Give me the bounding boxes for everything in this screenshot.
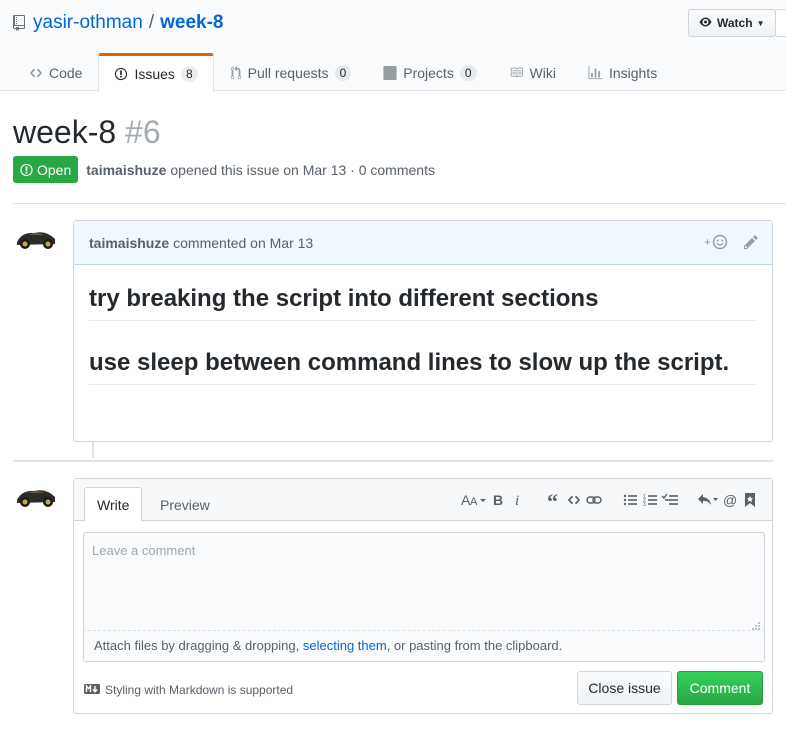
ordered-list-icon[interactable]: 123	[640, 491, 660, 509]
tab-projects[interactable]: Projects 0	[367, 53, 492, 91]
comment-heading-1: try breaking the script into different s…	[89, 284, 757, 321]
comment-author-link[interactable]: taimaishuze	[89, 235, 169, 251]
pencil-icon[interactable]	[744, 234, 758, 253]
graph-icon	[588, 65, 603, 80]
italic-icon[interactable]: i	[508, 491, 528, 509]
watch-button[interactable]: Watch ▼	[688, 9, 776, 37]
quote-icon[interactable]: “	[544, 491, 564, 509]
repo-owner-link[interactable]: yasir-othman	[33, 12, 143, 34]
tab-code[interactable]: Code	[13, 53, 98, 91]
divider	[13, 203, 786, 204]
repo-name-link[interactable]: week-8	[160, 12, 223, 34]
comment-button[interactable]: Comment	[677, 671, 763, 705]
timeline-divider	[13, 460, 773, 462]
git-pull-request-icon	[230, 65, 242, 80]
issue-title-text: week-8	[13, 114, 117, 150]
svg-text:i: i	[515, 493, 519, 507]
tab-wiki-label: Wiki	[529, 64, 556, 81]
comment-placeholder: Leave a comment	[92, 543, 196, 558]
text-size-icon[interactable]: AA	[460, 491, 488, 509]
avatar[interactable]	[14, 484, 58, 514]
tab-projects-label: Projects	[403, 64, 454, 81]
repo-title: yasir-othman / week-8	[13, 12, 223, 34]
tab-insights[interactable]: Insights	[572, 53, 673, 91]
svg-text:B: B	[493, 493, 503, 507]
issues-count-badge: 8	[180, 66, 198, 82]
comment: taimaishuze commented on Mar 13 + try br…	[73, 220, 773, 442]
resize-handle-icon[interactable]	[752, 618, 760, 630]
comment-heading-2: use sleep between command lines to slow …	[89, 348, 757, 385]
tab-pull-requests[interactable]: Pull requests 0	[214, 53, 368, 91]
svg-text:@: @	[723, 493, 737, 507]
avatar[interactable]	[14, 226, 58, 256]
timeline-connector	[92, 442, 94, 458]
tab-code-label: Code	[49, 64, 83, 81]
tab-wiki[interactable]: Wiki	[493, 53, 572, 91]
code-icon	[29, 66, 43, 80]
comment-actions: +	[704, 234, 758, 253]
markdown-toolbar: AA B i “ 123 @	[460, 491, 760, 509]
attach-prefix: Attach files by dragging & dropping,	[94, 638, 303, 653]
markdown-help[interactable]: Styling with Markdown is supported	[84, 683, 293, 697]
svg-text:+: +	[704, 235, 711, 249]
add-reaction-icon[interactable]: +	[704, 234, 728, 253]
mention-icon[interactable]: @	[720, 491, 740, 509]
watch-count[interactable]	[775, 9, 786, 37]
comment-timestamp[interactable]: commented on Mar 13	[173, 235, 313, 251]
select-files-link[interactable]: selecting them	[303, 638, 387, 653]
file-attachment-note: Attach files by dragging & dropping, sel…	[83, 631, 765, 662]
caret-down-icon: ▼	[756, 18, 765, 28]
issue-opened-icon	[114, 67, 128, 81]
task-list-icon[interactable]	[660, 491, 680, 509]
status-badge: Open	[13, 156, 79, 183]
markdown-note-text: Styling with Markdown is supported	[105, 683, 294, 697]
comment-body: try breaking the script into different s…	[74, 284, 772, 385]
bookmark-icon[interactable]	[740, 491, 760, 509]
status-label: Open	[37, 161, 72, 178]
tab-write-label: Write	[97, 496, 130, 513]
issue-opened-icon	[20, 163, 33, 176]
link-icon[interactable]	[584, 491, 604, 509]
issue-meta: Open taimaishuze opened this issue on Ma…	[13, 156, 435, 183]
tab-preview[interactable]: Preview	[148, 487, 222, 522]
comment-button-label: Comment	[689, 680, 751, 696]
repo-nav-tabs: Code Issues 8 Pull requests 0 Projects 0	[13, 53, 673, 92]
issue-author-link[interactable]: taimaishuze	[86, 162, 166, 178]
issue-meta-text: opened this issue on Mar 13 · 0 comments	[170, 161, 435, 178]
code-icon[interactable]	[564, 491, 584, 509]
tab-preview-label: Preview	[160, 496, 210, 513]
book-icon	[509, 66, 524, 79]
markdown-icon	[84, 683, 100, 697]
form-tabnav: Write Preview AA B i “ 1 2 3 @	[74, 479, 772, 522]
comment-textarea[interactable]: Leave a comment	[83, 532, 765, 631]
tab-pull-requests-label: Pull requests	[247, 64, 329, 81]
svg-text:“: “	[547, 493, 558, 507]
svg-text:3: 3	[643, 502, 646, 507]
repo-icon	[13, 15, 25, 31]
svg-text:A: A	[470, 496, 478, 507]
reply-icon[interactable]	[696, 491, 720, 509]
repo-separator: /	[148, 12, 155, 33]
projects-count-badge: 0	[459, 64, 477, 81]
pull-requests-count-badge: 0	[334, 64, 352, 81]
issue-number: #6	[125, 114, 161, 150]
tab-issues-label: Issues	[134, 66, 175, 82]
close-issue-button[interactable]: Close issue	[577, 671, 672, 705]
close-issue-label: Close issue	[588, 680, 661, 696]
bold-icon[interactable]: B	[488, 491, 508, 509]
repo-header: yasir-othman / week-8 Watch ▼ Code Issue…	[0, 0, 786, 92]
comment-header: taimaishuze commented on Mar 13 +	[74, 221, 772, 265]
attach-suffix: , or pasting from the clipboard.	[386, 638, 563, 653]
watch-label: Watch	[717, 16, 753, 30]
tab-issues[interactable]: Issues 8	[98, 53, 214, 92]
eye-icon	[698, 16, 713, 31]
unordered-list-icon[interactable]	[620, 491, 640, 509]
project-icon	[383, 65, 397, 80]
new-comment-form: Write Preview AA B i “ 1 2 3 @ Leave a c…	[73, 478, 773, 714]
tab-insights-label: Insights	[608, 64, 658, 81]
tab-write[interactable]: Write	[84, 487, 143, 522]
issue-title: week-8 #6	[13, 114, 161, 150]
